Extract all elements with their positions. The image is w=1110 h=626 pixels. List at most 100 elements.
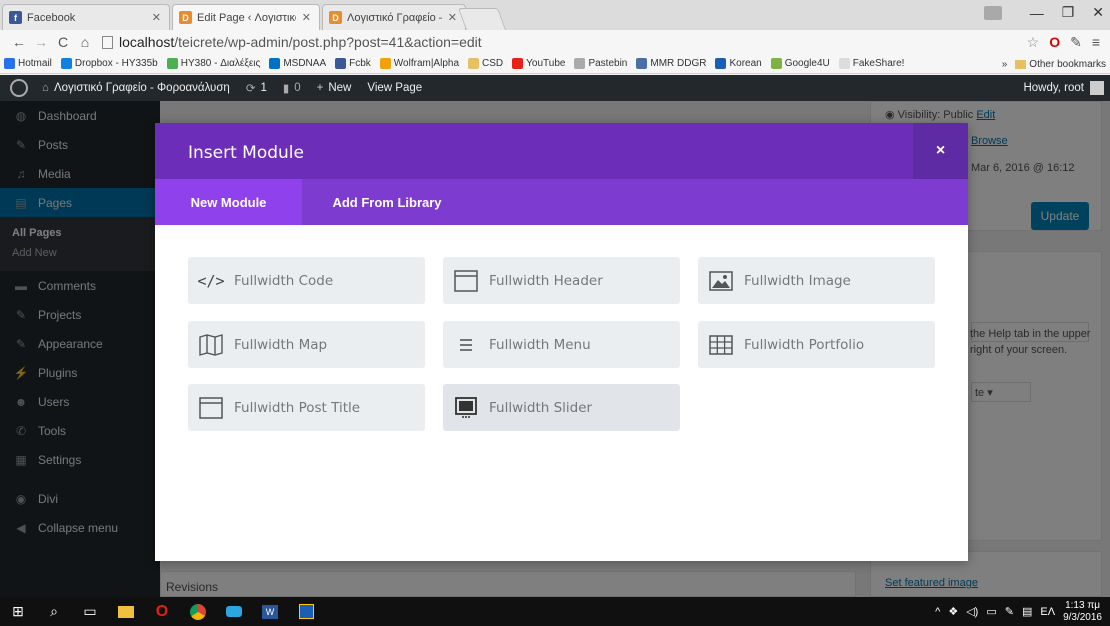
other-bookmarks[interactable]: » Other bookmarks [997, 54, 1110, 73]
bookmark-item[interactable]: CSD [468, 58, 503, 69]
pen-icon[interactable]: ✎ [1005, 605, 1014, 618]
module-fullwidth-code[interactable]: </> Fullwidth Code [188, 257, 425, 304]
notification-icon[interactable]: ▤ [1022, 605, 1032, 618]
url-field[interactable]: localhost/teicrete/wp-admin/post.php?pos… [102, 32, 1027, 52]
opera-icon[interactable]: O [144, 597, 180, 626]
new-tab-button[interactable] [457, 8, 507, 30]
close-icon[interactable]: ✕ [448, 11, 457, 24]
clock[interactable]: 1:13 πμ 9/3/2016 [1063, 600, 1102, 624]
module-fullwidth-slider[interactable]: Fullwidth Slider [443, 384, 680, 431]
module-label: Fullwidth Portfolio [744, 336, 865, 353]
home-icon[interactable]: ⌂ [74, 34, 96, 50]
menu-icon [453, 334, 479, 356]
bookmark-label: Hotmail [18, 58, 52, 69]
bookmark-item[interactable]: FakeShare! [838, 58, 905, 69]
module-fullwidth-image[interactable]: Fullwidth Image [698, 257, 935, 304]
volume-icon[interactable]: ◁) [966, 605, 978, 618]
maximize-icon[interactable]: ❐ [1062, 4, 1075, 21]
profile-icon[interactable] [983, 5, 1002, 20]
bookmark-item[interactable]: Hotmail [4, 58, 52, 69]
bookmark-label: Korean [729, 58, 762, 69]
task-view-icon[interactable]: ▭ [72, 597, 108, 626]
browser-tab-facebook[interactable]: f Facebook ✕ [2, 4, 170, 30]
tab-new-module[interactable]: New Module [155, 179, 302, 225]
minimize-icon[interactable]: — [1030, 5, 1044, 21]
wordpress-logo-icon[interactable] [10, 79, 28, 97]
module-label: Fullwidth Slider [489, 399, 593, 416]
bookmarks-bar: Hotmail Dropbox - HY335b HY380 - Διαλέξεις… [0, 54, 1110, 74]
bookmark-label: MMR DDGR [650, 58, 707, 69]
word-icon[interactable]: W [252, 597, 288, 626]
site-name-link[interactable]: ⌂ Λογιστικό Γραφείο - Φοροανάλυση [42, 82, 230, 94]
forward-icon[interactable]: → [30, 34, 52, 50]
updates-icon: ⟳ [245, 83, 256, 95]
browser-tab-site[interactable]: D Λογιστικό Γραφείο – Φορ ✕ [322, 4, 466, 30]
bookmark-label: FakeShare! [852, 58, 905, 69]
window-controls: — ❐ ✕ [983, 4, 1104, 21]
bookmark-icon [770, 58, 782, 69]
home-icon: ⌂ [42, 82, 49, 94]
module-fullwidth-portfolio[interactable]: Fullwidth Portfolio [698, 321, 935, 368]
module-label: Fullwidth Map [234, 336, 328, 353]
extension-icon[interactable]: ✎ [1070, 34, 1082, 51]
browser-tab-edit-page[interactable]: D Edit Page ‹ Λογιστικό Γραφ ✕ [172, 4, 320, 30]
network-icon[interactable]: ▭ [986, 605, 996, 618]
howdy-label: Howdy, root [1023, 82, 1084, 94]
back-icon[interactable]: ← [8, 34, 30, 50]
chevron-up-icon[interactable]: ^ [935, 606, 940, 618]
dropbox-icon[interactable]: ❖ [948, 605, 958, 618]
bookmark-item[interactable]: YouTube [512, 58, 565, 69]
module-label: Fullwidth Menu [489, 336, 591, 353]
search-icon[interactable]: ⌕ [36, 597, 72, 626]
opera-icon[interactable]: O [1049, 34, 1060, 50]
bookmark-item[interactable]: Wolfram|Alpha [379, 58, 459, 69]
view-page-label: View Page [367, 82, 423, 94]
updates-count: 1 [260, 82, 267, 94]
bookmark-item[interactable]: MSDNAA [269, 58, 326, 69]
wp-admin-bar: ⌂ Λογιστικό Γραφείο - Φοροανάλυση ⟳ 1 ▮ … [0, 75, 1110, 101]
bookmark-item[interactable]: Korean [715, 58, 762, 69]
comments-link[interactable]: ▮ 0 [283, 81, 301, 95]
new-content-link[interactable]: + New [317, 82, 352, 94]
module-fullwidth-menu[interactable]: Fullwidth Menu [443, 321, 680, 368]
chrome-icon[interactable] [180, 597, 216, 626]
star-icon[interactable]: ☆ [1027, 34, 1040, 51]
app-icon[interactable] [216, 597, 252, 626]
bookmark-item[interactable]: Fcbk [335, 58, 371, 69]
reload-icon[interactable]: C [52, 34, 74, 50]
bookmark-item[interactable]: Dropbox - HY335b [60, 58, 158, 69]
close-window-icon[interactable]: ✕ [1092, 4, 1104, 21]
modal-close-button[interactable]: × [913, 123, 968, 179]
bookmark-item[interactable]: MMR DDGR [636, 58, 706, 69]
bookmark-label: Dropbox - HY335b [74, 58, 158, 69]
module-fullwidth-map[interactable]: Fullwidth Map [188, 321, 425, 368]
bookmark-icon [715, 58, 727, 69]
updates-link[interactable]: ⟳ 1 [246, 81, 267, 95]
comment-icon: ▮ [282, 83, 290, 95]
module-fullwidth-post-title[interactable]: Fullwidth Post Title [188, 384, 425, 431]
module-label: Fullwidth Code [234, 272, 334, 289]
windows-taskbar: ⊞ ⌕ ▭ O W ^ ❖ ◁) ▭ ✎ ▤ ΕΛ 1:13 πμ 9/3/20… [0, 597, 1110, 626]
more-bookmarks-icon[interactable]: » [1002, 59, 1008, 70]
account-menu[interactable]: Howdy, root [1023, 75, 1104, 101]
app-logo-icon[interactable] [288, 597, 324, 626]
bookmark-item[interactable]: Pastebin [574, 58, 627, 69]
file-explorer-icon[interactable] [108, 597, 144, 626]
bookmark-icon [512, 58, 524, 69]
language-indicator[interactable]: ΕΛ [1040, 606, 1055, 618]
portfolio-icon [708, 334, 734, 356]
bookmark-item[interactable]: HY380 - Διαλέξεις [166, 58, 260, 69]
close-icon[interactable]: ✕ [302, 11, 311, 24]
system-tray: ^ ❖ ◁) ▭ ✎ ▤ ΕΛ 1:13 πμ 9/3/2016 [935, 597, 1102, 626]
close-icon[interactable]: ✕ [152, 11, 161, 24]
bookmark-item[interactable]: Google4U [770, 58, 830, 69]
windows-start-icon[interactable]: ⊞ [0, 597, 36, 626]
modal-header: Insert Module × [155, 123, 968, 179]
module-fullwidth-header[interactable]: Fullwidth Header [443, 257, 680, 304]
module-label: Fullwidth Header [489, 272, 603, 289]
bookmark-icon [60, 58, 72, 69]
menu-icon[interactable]: ≡ [1092, 34, 1100, 50]
tab-title: Facebook [27, 11, 76, 24]
view-page-link[interactable]: View Page [367, 82, 422, 94]
tab-add-from-library[interactable]: Add From Library [302, 179, 472, 225]
